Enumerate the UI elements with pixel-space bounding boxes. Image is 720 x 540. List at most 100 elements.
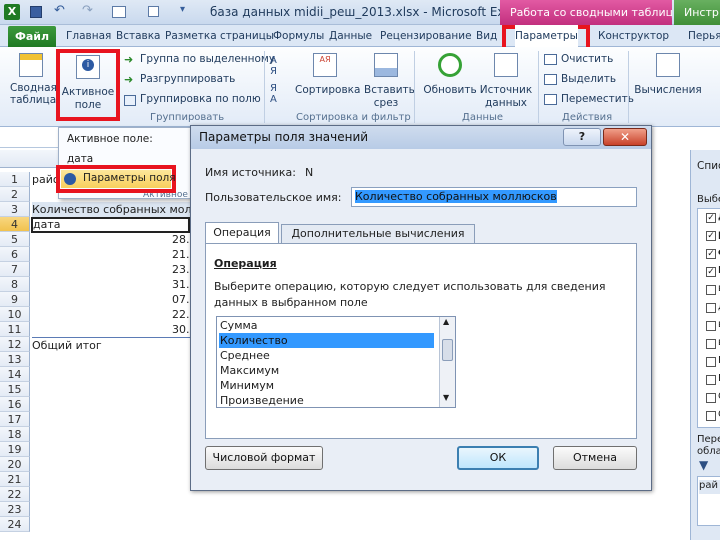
- row-header[interactable]: 10: [0, 307, 30, 322]
- row-header[interactable]: 20: [0, 457, 30, 472]
- pivot-table-button[interactable]: Сводная таблица: [6, 49, 57, 109]
- cell-value[interactable]: 21.: [172, 247, 190, 262]
- form-icon[interactable]: [112, 6, 126, 18]
- refresh-button[interactable]: Обновить: [422, 51, 478, 103]
- field-checkbox[interactable]: [706, 411, 716, 421]
- row-header[interactable]: 19: [0, 442, 30, 457]
- row-header[interactable]: 2: [0, 187, 30, 202]
- listbox-scrollbar[interactable]: ▲ ▼: [439, 317, 455, 407]
- field-settings-label: Параметры поля: [83, 172, 176, 184]
- operation-item[interactable]: Произведение: [219, 393, 434, 407]
- checkbox-icon[interactable]: [148, 6, 159, 17]
- operation-item-selected[interactable]: Количество: [219, 333, 434, 348]
- row-header[interactable]: 6: [0, 247, 30, 262]
- row-header[interactable]: 9: [0, 292, 30, 307]
- tab-formulas[interactable]: Формулы: [273, 25, 324, 47]
- cell-value[interactable]: 07.: [172, 292, 190, 307]
- tab-page-layout[interactable]: Разметка страницы: [165, 25, 274, 47]
- operation-item[interactable]: Минимум: [219, 378, 434, 393]
- field-checkbox[interactable]: [706, 321, 716, 331]
- field-checkbox[interactable]: [706, 357, 716, 367]
- ok-button[interactable]: ОК: [457, 446, 539, 470]
- field-checkbox[interactable]: ✓: [706, 213, 716, 223]
- row-header[interactable]: 4: [0, 217, 30, 232]
- group-field-label: Группировка по полю: [140, 93, 261, 105]
- field-checkbox[interactable]: [706, 339, 716, 349]
- cell-value[interactable]: 22.: [172, 307, 190, 322]
- sort-button[interactable]: АЯ Сортировка: [295, 51, 360, 103]
- field-checkbox[interactable]: ✓: [706, 231, 716, 241]
- customize-qat-icon[interactable]: ▾: [180, 4, 185, 15]
- active-field-input[interactable]: дата: [67, 153, 93, 165]
- row-header[interactable]: 21: [0, 472, 30, 487]
- tab-review[interactable]: Рецензирование: [380, 25, 472, 47]
- close-button[interactable]: ✕: [603, 128, 647, 146]
- tab-data[interactable]: Данные: [329, 25, 372, 47]
- row-header[interactable]: 16: [0, 397, 30, 412]
- row-header[interactable]: 15: [0, 382, 30, 397]
- custom-name-label: Пользовательское имя:: [205, 191, 342, 204]
- cell-a4[interactable]: дата: [31, 217, 190, 233]
- redo-icon[interactable]: ↷: [82, 3, 93, 18]
- field-checkbox[interactable]: [706, 393, 716, 403]
- tab-file[interactable]: Файл: [8, 26, 56, 47]
- tab-additional-calculations[interactable]: Дополнительные вычисления: [281, 224, 475, 244]
- cell-value[interactable]: 23.: [172, 262, 190, 277]
- scroll-up-icon[interactable]: ▲: [443, 317, 449, 326]
- cell-a3[interactable]: Количество собранных молл: [32, 202, 190, 217]
- scroll-down-icon[interactable]: ▼: [443, 393, 449, 402]
- cell-value[interactable]: 30.: [172, 322, 190, 337]
- operation-item[interactable]: Максимум: [219, 363, 434, 378]
- save-icon[interactable]: [30, 6, 42, 18]
- scroll-thumb[interactable]: [442, 339, 453, 361]
- move-label: Переместить: [561, 93, 634, 105]
- row-header[interactable]: 1: [0, 172, 30, 187]
- operation-item[interactable]: Среднее: [219, 348, 434, 363]
- data-source-button[interactable]: Источник данных: [478, 51, 534, 113]
- custom-name-input[interactable]: Количество собранных моллюсков: [351, 187, 637, 207]
- active-field-label-2: поле: [74, 99, 102, 111]
- row-header[interactable]: 23: [0, 502, 30, 517]
- undo-icon[interactable]: ↶: [54, 3, 65, 18]
- tab-view[interactable]: Вид: [476, 25, 497, 47]
- tab-operation[interactable]: Операция: [205, 222, 279, 244]
- tab-more[interactable]: Перья: [688, 25, 720, 47]
- operation-item[interactable]: Сумма: [219, 318, 434, 333]
- row-header[interactable]: 18: [0, 427, 30, 442]
- row-header[interactable]: 11: [0, 322, 30, 337]
- row-header[interactable]: 13: [0, 352, 30, 367]
- calculations-button[interactable]: Вычисления: [634, 51, 702, 103]
- select-label: Выделить: [561, 73, 617, 85]
- operation-listbox[interactable]: Сумма Количество Среднее Максимум Миниму…: [216, 316, 456, 408]
- cell-grand-total[interactable]: Общий итог: [32, 337, 190, 353]
- row-header[interactable]: 14: [0, 367, 30, 382]
- row-header[interactable]: 22: [0, 487, 30, 502]
- cancel-button[interactable]: Отмена: [553, 446, 637, 470]
- field-checkbox[interactable]: [706, 285, 716, 295]
- insert-slicer-button[interactable]: Вставить срез: [364, 51, 415, 113]
- sort-az-icon[interactable]: AЯ: [270, 55, 277, 77]
- field-checkbox[interactable]: [706, 375, 716, 385]
- tab-insert[interactable]: Вставка: [116, 25, 161, 47]
- number-format-button[interactable]: Числовой формат: [205, 446, 323, 470]
- tab-home[interactable]: Главная: [66, 25, 111, 47]
- help-button[interactable]: ?: [563, 128, 601, 146]
- field-settings-button[interactable]: Параметры поля: [61, 170, 176, 188]
- tab-design[interactable]: Конструктор: [598, 25, 669, 47]
- field-checkbox[interactable]: ✓: [706, 249, 716, 259]
- cell-value[interactable]: 31.: [172, 277, 190, 292]
- field-checkbox[interactable]: [706, 303, 716, 313]
- row-header[interactable]: 12: [0, 337, 30, 352]
- cell-value[interactable]: 28.: [172, 232, 190, 247]
- sort-za-icon[interactable]: ЯA: [270, 83, 277, 105]
- row-header[interactable]: 24: [0, 517, 30, 532]
- row-header[interactable]: 17: [0, 412, 30, 427]
- tab-options[interactable]: Параметры: [515, 25, 578, 47]
- filter-area-item[interactable]: рай: [699, 480, 720, 494]
- active-field-button[interactable]: i Активное поле: [60, 53, 116, 117]
- row-header[interactable]: 3: [0, 202, 30, 217]
- row-header[interactable]: 7: [0, 262, 30, 277]
- row-header[interactable]: 5: [0, 232, 30, 247]
- row-header[interactable]: 8: [0, 277, 30, 292]
- field-checkbox[interactable]: ✓: [706, 267, 716, 277]
